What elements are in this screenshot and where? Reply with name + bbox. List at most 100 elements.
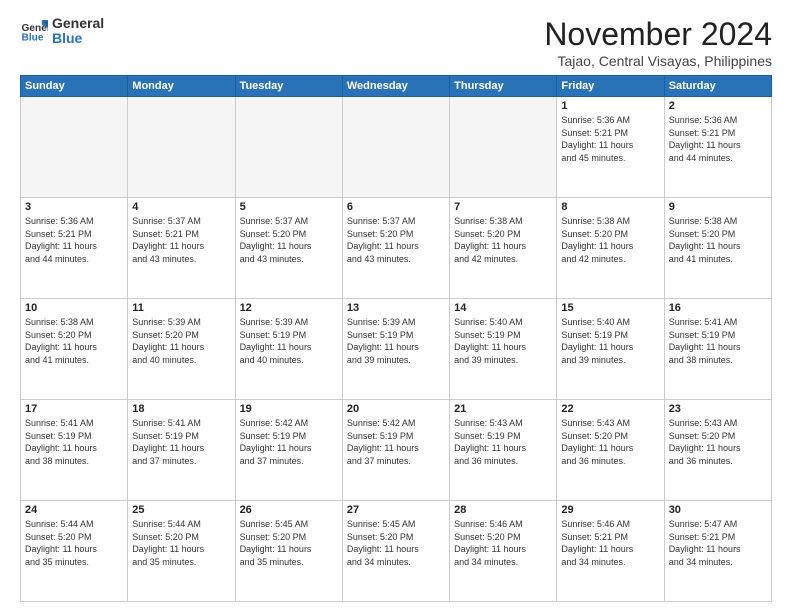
- calendar-cell: 24Sunrise: 5:44 AM Sunset: 5:20 PM Dayli…: [21, 501, 128, 602]
- location-subtitle: Tajao, Central Visayas, Philippines: [544, 53, 772, 69]
- calendar-week-row: 10Sunrise: 5:38 AM Sunset: 5:20 PM Dayli…: [21, 299, 772, 400]
- calendar-cell: [235, 97, 342, 198]
- day-info: Sunrise: 5:37 AM Sunset: 5:20 PM Dayligh…: [240, 215, 338, 265]
- day-number: 14: [454, 302, 552, 314]
- day-info: Sunrise: 5:41 AM Sunset: 5:19 PM Dayligh…: [669, 316, 767, 366]
- day-header-wednesday: Wednesday: [342, 76, 449, 97]
- day-info: Sunrise: 5:46 AM Sunset: 5:20 PM Dayligh…: [454, 518, 552, 568]
- day-info: Sunrise: 5:39 AM Sunset: 5:20 PM Dayligh…: [132, 316, 230, 366]
- calendar-table: SundayMondayTuesdayWednesdayThursdayFrid…: [20, 75, 772, 602]
- calendar-cell: 19 Sunrise: 5:42 AM Sunset: 5:19 PM Dayli…: [235, 400, 342, 501]
- day-info: Sunrise: 5:40 AM Sunset: 5:19 PM Dayligh…: [561, 316, 659, 366]
- day-info: Sunrise: 5:36 AM Sunset: 5:21 PM Dayligh…: [561, 114, 659, 164]
- day-number: 9: [669, 201, 767, 213]
- day-number: 27: [347, 504, 445, 516]
- calendar-cell: [21, 97, 128, 198]
- calendar-cell: 11 Sunrise: 5:39 AM Sunset: 5:20 PM Dayli…: [128, 299, 235, 400]
- day-number: 28: [454, 504, 552, 516]
- calendar-header-row: SundayMondayTuesdayWednesdayThursdayFrid…: [21, 76, 772, 97]
- day-number: 18: [132, 403, 230, 415]
- day-number: 12: [240, 302, 338, 314]
- calendar-week-row: 24 Sunrise: 5:44 AM Sunset: 5:20 PM Dayli…: [21, 501, 772, 602]
- day-number: 16: [669, 302, 767, 314]
- day-info: Sunrise: 5:42 AM Sunset: 5:19 PM Dayligh…: [240, 417, 338, 467]
- day-info: Sunrise: 5:38 AM Sunset: 5:20 PM Dayligh…: [561, 215, 659, 265]
- day-info: Sunrise: 5:44 AM Sunset: 5:20 PM Dayligh…: [132, 518, 230, 568]
- calendar-cell: 5 Sunrise: 5:37 AM Sunset: 5:20 PM Daylig…: [235, 198, 342, 299]
- day-number: 8: [561, 201, 659, 213]
- day-number: 29: [561, 504, 659, 516]
- day-info: Sunrise: 5:41 AM Sunset: 5:19 PM Dayligh…: [132, 417, 230, 467]
- day-header-monday: Monday: [128, 76, 235, 97]
- day-number: 20: [347, 403, 445, 415]
- day-number: 6: [347, 201, 445, 213]
- calendar-cell: 18 Sunrise: 5:41 AM Sunset: 5:19 PM Dayli…: [128, 400, 235, 501]
- calendar-cell: 8 Sunrise: 5:38 AM Sunset: 5:20 PM Daylig…: [557, 198, 664, 299]
- title-block: November 2024 Tajao, Central Visayas, Ph…: [544, 16, 772, 69]
- day-number: 25: [132, 504, 230, 516]
- logo-line1: General: [52, 16, 104, 31]
- day-info: Sunrise: 5:43 AM Sunset: 5:20 PM Dayligh…: [669, 417, 767, 467]
- day-number: 19: [240, 403, 338, 415]
- day-info: Sunrise: 5:47 AM Sunset: 5:21 PM Dayligh…: [669, 518, 767, 568]
- day-header-sunday: Sunday: [21, 76, 128, 97]
- calendar-cell: 2Sunrise: 5:36 AM Sunset: 5:21 PM Daylig…: [664, 97, 771, 198]
- calendar-cell: 6Sunrise: 5:37 AM Sunset: 5:20 PM Daylig…: [342, 198, 449, 299]
- day-header-saturday: Saturday: [664, 76, 771, 97]
- calendar-cell: 3Sunrise: 5:36 AM Sunset: 5:21 PM Daylig…: [21, 198, 128, 299]
- calendar-week-row: 3Sunrise: 5:36 AM Sunset: 5:21 PM Daylig…: [21, 198, 772, 299]
- day-info: Sunrise: 5:36 AM Sunset: 5:21 PM Dayligh…: [669, 114, 767, 164]
- day-info: Sunrise: 5:46 AM Sunset: 5:21 PM Dayligh…: [561, 518, 659, 568]
- calendar-cell: 30 Sunrise: 5:47 AM Sunset: 5:21 PM Dayli…: [664, 501, 771, 602]
- calendar-cell: [450, 97, 557, 198]
- day-header-friday: Friday: [557, 76, 664, 97]
- day-info: Sunrise: 5:37 AM Sunset: 5:21 PM Dayligh…: [132, 215, 230, 265]
- day-header-thursday: Thursday: [450, 76, 557, 97]
- calendar-cell: 10Sunrise: 5:38 AM Sunset: 5:20 PM Dayli…: [21, 299, 128, 400]
- svg-text:Blue: Blue: [22, 33, 44, 44]
- day-number: 30: [669, 504, 767, 516]
- month-title: November 2024: [544, 16, 772, 53]
- logo-line2: Blue: [52, 31, 104, 46]
- day-header-tuesday: Tuesday: [235, 76, 342, 97]
- calendar-cell: 15 Sunrise: 5:40 AM Sunset: 5:19 PM Dayli…: [557, 299, 664, 400]
- day-info: Sunrise: 5:39 AM Sunset: 5:19 PM Dayligh…: [240, 316, 338, 366]
- day-number: 23: [669, 403, 767, 415]
- day-number: 17: [25, 403, 123, 415]
- calendar-cell: 4Sunrise: 5:37 AM Sunset: 5:21 PM Daylig…: [128, 198, 235, 299]
- calendar-cell: 29 Sunrise: 5:46 AM Sunset: 5:21 PM Dayli…: [557, 501, 664, 602]
- calendar-cell: 14 Sunrise: 5:40 AM Sunset: 5:19 PM Dayli…: [450, 299, 557, 400]
- day-info: Sunrise: 5:45 AM Sunset: 5:20 PM Dayligh…: [240, 518, 338, 568]
- day-info: Sunrise: 5:43 AM Sunset: 5:19 PM Dayligh…: [454, 417, 552, 467]
- calendar-week-row: 17 Sunrise: 5:41 AM Sunset: 5:19 PM Dayli…: [21, 400, 772, 501]
- day-info: Sunrise: 5:42 AM Sunset: 5:19 PM Dayligh…: [347, 417, 445, 467]
- calendar-cell: 26Sunrise: 5:45 AM Sunset: 5:20 PM Dayli…: [235, 501, 342, 602]
- day-number: 7: [454, 201, 552, 213]
- calendar-cell: 16 Sunrise: 5:41 AM Sunset: 5:19 PM Dayli…: [664, 299, 771, 400]
- day-number: 15: [561, 302, 659, 314]
- calendar-cell: [342, 97, 449, 198]
- calendar-cell: 17 Sunrise: 5:41 AM Sunset: 5:19 PM Dayli…: [21, 400, 128, 501]
- day-number: 11: [132, 302, 230, 314]
- day-number: 13: [347, 302, 445, 314]
- logo-icon: General Blue: [20, 17, 48, 45]
- day-number: 5: [240, 201, 338, 213]
- day-info: Sunrise: 5:41 AM Sunset: 5:19 PM Dayligh…: [25, 417, 123, 467]
- day-number: 21: [454, 403, 552, 415]
- day-number: 22: [561, 403, 659, 415]
- day-info: Sunrise: 5:40 AM Sunset: 5:19 PM Dayligh…: [454, 316, 552, 366]
- calendar-cell: 7 Sunrise: 5:38 AM Sunset: 5:20 PM Daylig…: [450, 198, 557, 299]
- day-number: 1: [561, 100, 659, 112]
- day-info: Sunrise: 5:38 AM Sunset: 5:20 PM Dayligh…: [454, 215, 552, 265]
- calendar-cell: 27Sunrise: 5:45 AM Sunset: 5:20 PM Dayli…: [342, 501, 449, 602]
- day-number: 10: [25, 302, 123, 314]
- calendar-cell: [128, 97, 235, 198]
- calendar-cell: 22Sunrise: 5:43 AM Sunset: 5:20 PM Dayli…: [557, 400, 664, 501]
- day-info: Sunrise: 5:39 AM Sunset: 5:19 PM Dayligh…: [347, 316, 445, 366]
- day-info: Sunrise: 5:38 AM Sunset: 5:20 PM Dayligh…: [669, 215, 767, 265]
- day-number: 24: [25, 504, 123, 516]
- calendar-cell: 23 Sunrise: 5:43 AM Sunset: 5:20 PM Dayli…: [664, 400, 771, 501]
- calendar-cell: 28 Sunrise: 5:46 AM Sunset: 5:20 PM Dayli…: [450, 501, 557, 602]
- day-info: Sunrise: 5:36 AM Sunset: 5:21 PM Dayligh…: [25, 215, 123, 265]
- calendar-cell: 9 Sunrise: 5:38 AM Sunset: 5:20 PM Daylig…: [664, 198, 771, 299]
